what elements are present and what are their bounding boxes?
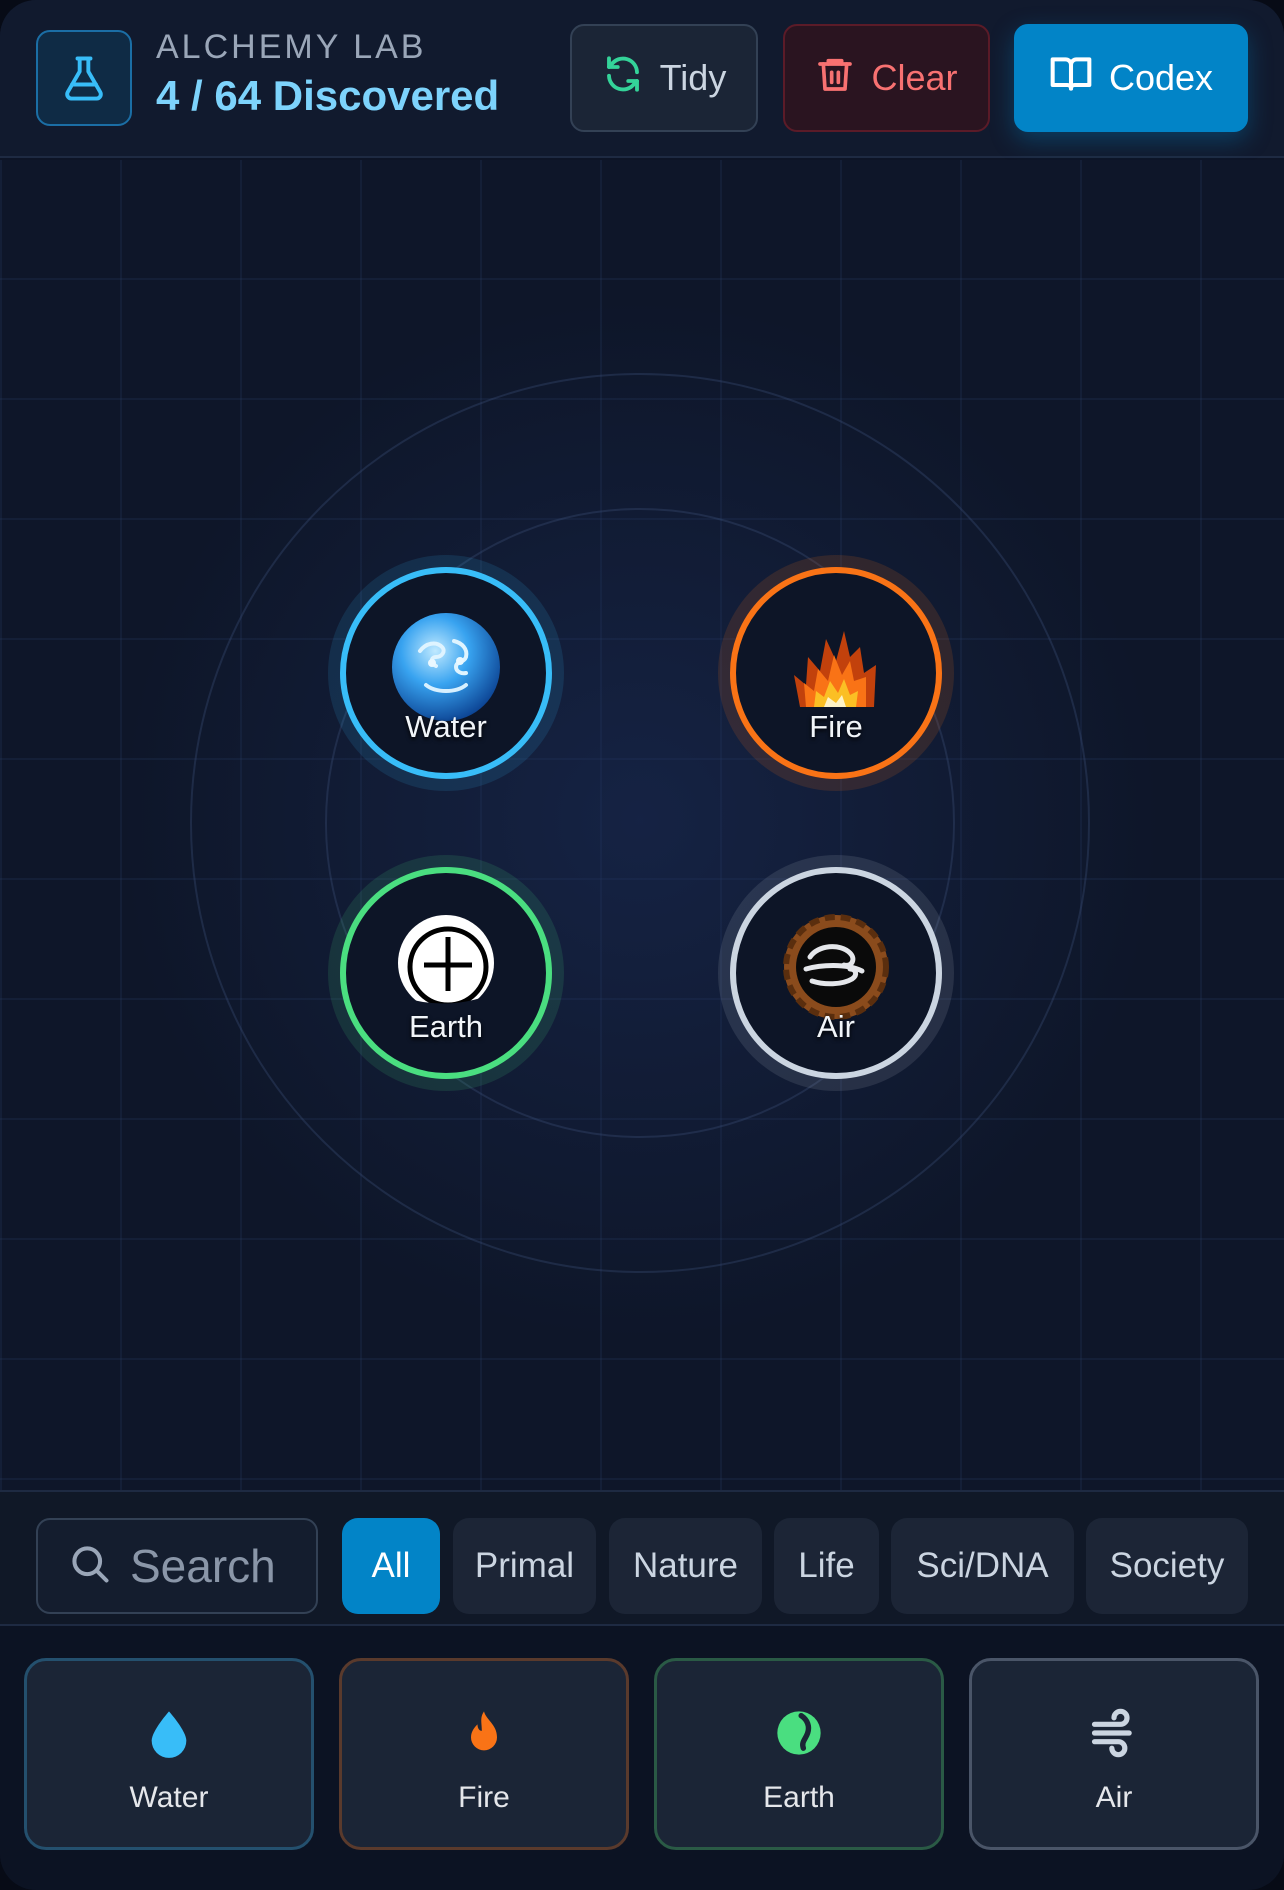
filter-chip-life[interactable]: Life [774,1518,879,1614]
inventory-label: Fire [458,1781,510,1814]
node-ring: Water [340,567,552,779]
inventory-item-water[interactable]: Water [24,1658,314,1850]
node-label: Fire [809,709,863,744]
codex-button[interactable]: Codex [1014,24,1248,132]
node-ring: Fire [730,567,942,779]
fire-icon [794,631,876,707]
codex-label: Codex [1108,57,1214,98]
inventory-label: Earth [763,1781,835,1814]
earth-symbol-icon [398,915,494,1011]
filter-bar: All Primal Nature Life Sci/DNA Society [0,1490,1284,1626]
inventory-item-air[interactable]: Air [969,1658,1259,1850]
node-label: Earth [408,1009,484,1044]
canvas-node-fire[interactable]: Fire [718,555,954,791]
discovered-count: 4 / 64 Discovered [156,72,500,119]
header-bar: ALCHEMY LAB 4 / 64 Discovered Tidy Clear [0,0,1284,158]
book-icon [1049,52,1093,105]
clear-button[interactable]: Clear [783,24,990,132]
canvas-node-water[interactable]: Water [328,555,564,791]
element-inventory: Water Fire Earth Air [0,1626,1284,1890]
node-label: Air [817,1009,855,1044]
inventory-item-fire[interactable]: Fire [339,1658,629,1850]
filter-chip-sci-dna[interactable]: Sci/DNA [891,1518,1074,1614]
trash-icon [815,54,855,103]
search-box[interactable] [36,1518,318,1614]
globe-icon [777,1711,821,1755]
flask-icon [36,30,132,126]
inventory-item-earth[interactable]: Earth [654,1658,944,1850]
node-label: Water [405,709,487,744]
canvas-node-air[interactable]: Air [718,855,954,1091]
node-ring: Air [730,867,942,1079]
search-input[interactable] [130,1539,290,1593]
workspace-canvas[interactable] [0,160,1284,1490]
flame-icon [471,1711,497,1751]
filter-chip-society[interactable]: Society [1086,1518,1248,1614]
tidy-label: Tidy [659,57,727,98]
node-ring: Earth [340,867,552,1079]
inventory-label: Water [129,1781,209,1814]
droplet-icon [151,1711,187,1758]
search-icon [68,1542,112,1591]
filter-chip-all[interactable]: All [342,1518,440,1614]
wind-icon [1091,1708,1132,1758]
filter-chip-primal[interactable]: Primal [453,1518,596,1614]
refresh-icon [602,53,644,104]
tidy-button[interactable]: Tidy [570,24,758,132]
inventory-label: Air [1095,1781,1133,1814]
app-label: ALCHEMY LAB [156,28,427,66]
air-swirl-icon [783,914,889,1020]
alchemy-app: ALCHEMY LAB 4 / 64 Discovered Tidy Clear [0,0,1284,1890]
filter-chip-nature[interactable]: Nature [609,1518,762,1614]
water-globe-icon [392,613,500,721]
canvas-node-earth[interactable]: Earth [328,855,564,1091]
clear-label: Clear [871,57,958,98]
